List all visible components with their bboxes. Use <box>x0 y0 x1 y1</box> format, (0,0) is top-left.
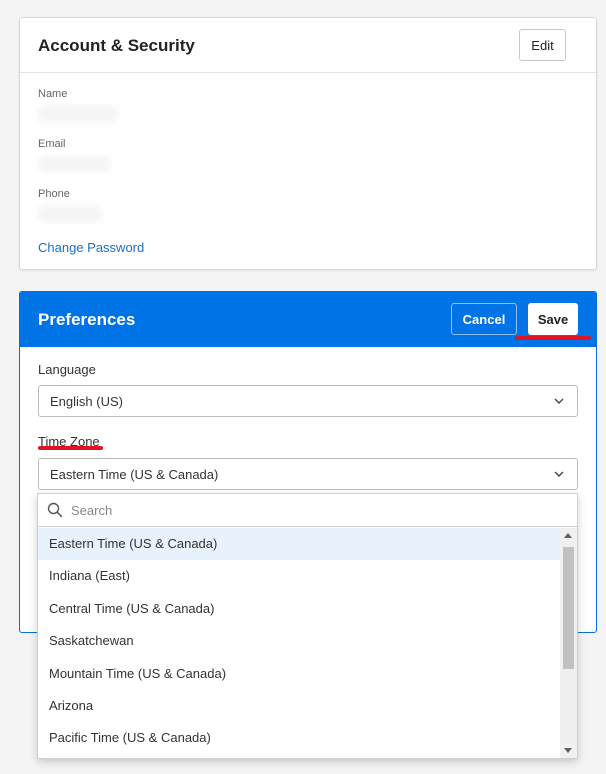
timezone-highlight-underline <box>38 446 103 450</box>
chevron-down-icon <box>554 471 564 477</box>
edit-button[interactable]: Edit <box>519 29 566 61</box>
phone-value-redacted <box>38 206 102 222</box>
timezone-option[interactable]: Central Time (US & Canada) <box>38 593 561 625</box>
timezone-option[interactable]: Indiana (East) <box>38 560 561 592</box>
save-highlight-underline <box>515 336 591 340</box>
cancel-button[interactable]: Cancel <box>451 303 517 335</box>
scroll-down-icon[interactable] <box>564 748 572 753</box>
timezone-select-value: Eastern Time (US & Canada) <box>50 467 219 482</box>
language-label: Language <box>38 362 96 377</box>
timezone-select[interactable]: Eastern Time (US & Canada) <box>38 458 578 490</box>
scroll-up-icon[interactable] <box>564 533 572 538</box>
dropdown-scrollbar[interactable] <box>560 528 577 758</box>
dropdown-search-row <box>38 494 577 527</box>
email-label: Email <box>38 138 66 150</box>
name-label: Name <box>38 88 68 100</box>
timezone-option[interactable]: Eastern Time (US & Canada) <box>38 528 561 561</box>
save-button[interactable]: Save <box>528 303 578 335</box>
chevron-down-icon <box>554 398 564 404</box>
timezone-option[interactable]: Arizona <box>38 690 561 722</box>
phone-label: Phone <box>38 188 70 200</box>
account-header: Account & Security Edit <box>20 18 596 73</box>
language-select[interactable]: English (US) <box>38 385 578 417</box>
timezone-option[interactable]: Mountain Time (US & Canada) <box>38 658 561 690</box>
timezone-option[interactable]: Saskatchewan <box>38 625 561 657</box>
preferences-title: Preferences <box>38 310 136 329</box>
search-icon <box>47 502 63 518</box>
change-password-link[interactable]: Change Password <box>38 240 144 255</box>
name-value-redacted <box>38 106 118 122</box>
account-security-card: Account & Security Edit Name Email Phone… <box>19 17 597 270</box>
account-title: Account & Security <box>38 36 195 55</box>
dropdown-search-input[interactable] <box>71 499 561 521</box>
scroll-thumb[interactable] <box>563 547 574 669</box>
preferences-header: Preferences Cancel Save <box>20 292 596 347</box>
language-select-value: English (US) <box>50 394 123 409</box>
email-value-redacted <box>38 156 110 172</box>
timezone-option[interactable]: Pacific Time (US & Canada) <box>38 722 561 754</box>
timezone-option-list: Eastern Time (US & Canada) Indiana (East)… <box>38 528 561 758</box>
timezone-dropdown: Eastern Time (US & Canada)Indiana (East)… <box>37 493 578 759</box>
